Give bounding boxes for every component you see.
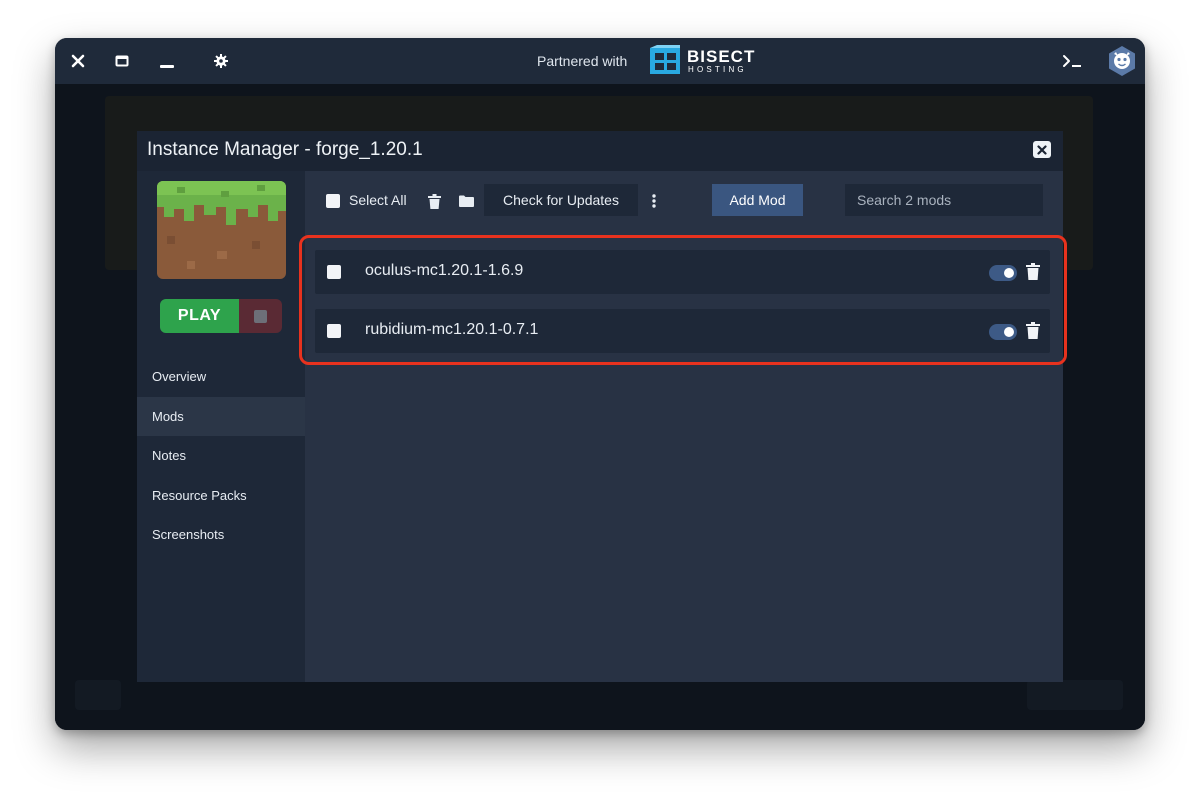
- play-button[interactable]: PLAY: [160, 299, 239, 333]
- mod-enable-toggle[interactable]: [989, 265, 1017, 281]
- folder-icon[interactable]: [458, 192, 474, 210]
- bisect-brand-name: BISECT: [687, 47, 756, 66]
- profile-avatar-icon[interactable]: [1105, 44, 1139, 78]
- close-icon: [1037, 144, 1047, 155]
- stop-button[interactable]: [239, 299, 282, 333]
- mod-row: oculus-mc1.20.1-1.6.9: [315, 250, 1050, 294]
- bisect-hosting-logo[interactable]: BISECT HOSTING: [647, 44, 773, 78]
- partner-text: Partnered with: [537, 53, 628, 69]
- bisect-brand-sub: HOSTING: [688, 65, 747, 74]
- nav-item-overview[interactable]: Overview: [137, 357, 305, 396]
- modal-close-button[interactable]: [1033, 141, 1051, 158]
- toggle-knob: [1004, 268, 1014, 278]
- minimize-icon[interactable]: [155, 49, 179, 73]
- modal-title: Instance Manager - forge_1.20.1: [147, 139, 423, 160]
- mod-name: rubidium-mc1.20.1-0.7.1: [365, 321, 539, 338]
- stop-icon: [254, 309, 267, 323]
- instance-sidebar: PLAY Overview Mods Notes Resource Packs …: [137, 171, 305, 682]
- search-mods-input[interactable]: [845, 184, 1043, 216]
- title-bar: Partnered with BISECT HOSTING: [55, 38, 1145, 84]
- instance-manager-modal: Instance Manager - forge_1.20.1 PLAY Ove…: [137, 131, 1063, 682]
- toggle-knob: [1004, 327, 1014, 337]
- delete-mod-icon[interactable]: [1026, 322, 1040, 340]
- mod-checkbox[interactable]: [327, 324, 341, 338]
- mod-checkbox[interactable]: [327, 265, 341, 279]
- instance-thumbnail: [157, 181, 286, 279]
- select-all-label[interactable]: Select All: [349, 192, 407, 208]
- mods-panel: Select All Check for Updates Add Mod ocu…: [305, 171, 1063, 682]
- nav-item-screenshots[interactable]: Screenshots: [137, 515, 305, 554]
- maximize-icon[interactable]: [110, 49, 134, 73]
- bisect-logo-icon: [650, 45, 680, 74]
- add-mod-button[interactable]: Add Mod: [712, 184, 803, 216]
- select-all-checkbox[interactable]: [326, 194, 340, 208]
- settings-icon[interactable]: [209, 49, 233, 73]
- play-controls: PLAY: [160, 299, 282, 333]
- more-options-icon[interactable]: [646, 192, 662, 210]
- close-icon[interactable]: [66, 49, 90, 73]
- nav-item-mods[interactable]: Mods: [137, 397, 305, 436]
- app-window: Partnered with BISECT HOSTING Instance M…: [55, 38, 1145, 730]
- mod-name: oculus-mc1.20.1-1.6.9: [365, 262, 524, 279]
- modal-header: Instance Manager - forge_1.20.1: [137, 131, 1063, 171]
- check-for-updates-button[interactable]: Check for Updates: [484, 184, 638, 216]
- delete-mod-icon[interactable]: [1026, 263, 1040, 281]
- nav-item-notes[interactable]: Notes: [137, 436, 305, 475]
- trash-icon[interactable]: [426, 192, 442, 210]
- nav-item-resource-packs[interactable]: Resource Packs: [137, 476, 305, 515]
- mod-row: rubidium-mc1.20.1-0.7.1: [315, 309, 1050, 353]
- mod-enable-toggle[interactable]: [989, 324, 1017, 340]
- terminal-icon[interactable]: [1060, 49, 1084, 73]
